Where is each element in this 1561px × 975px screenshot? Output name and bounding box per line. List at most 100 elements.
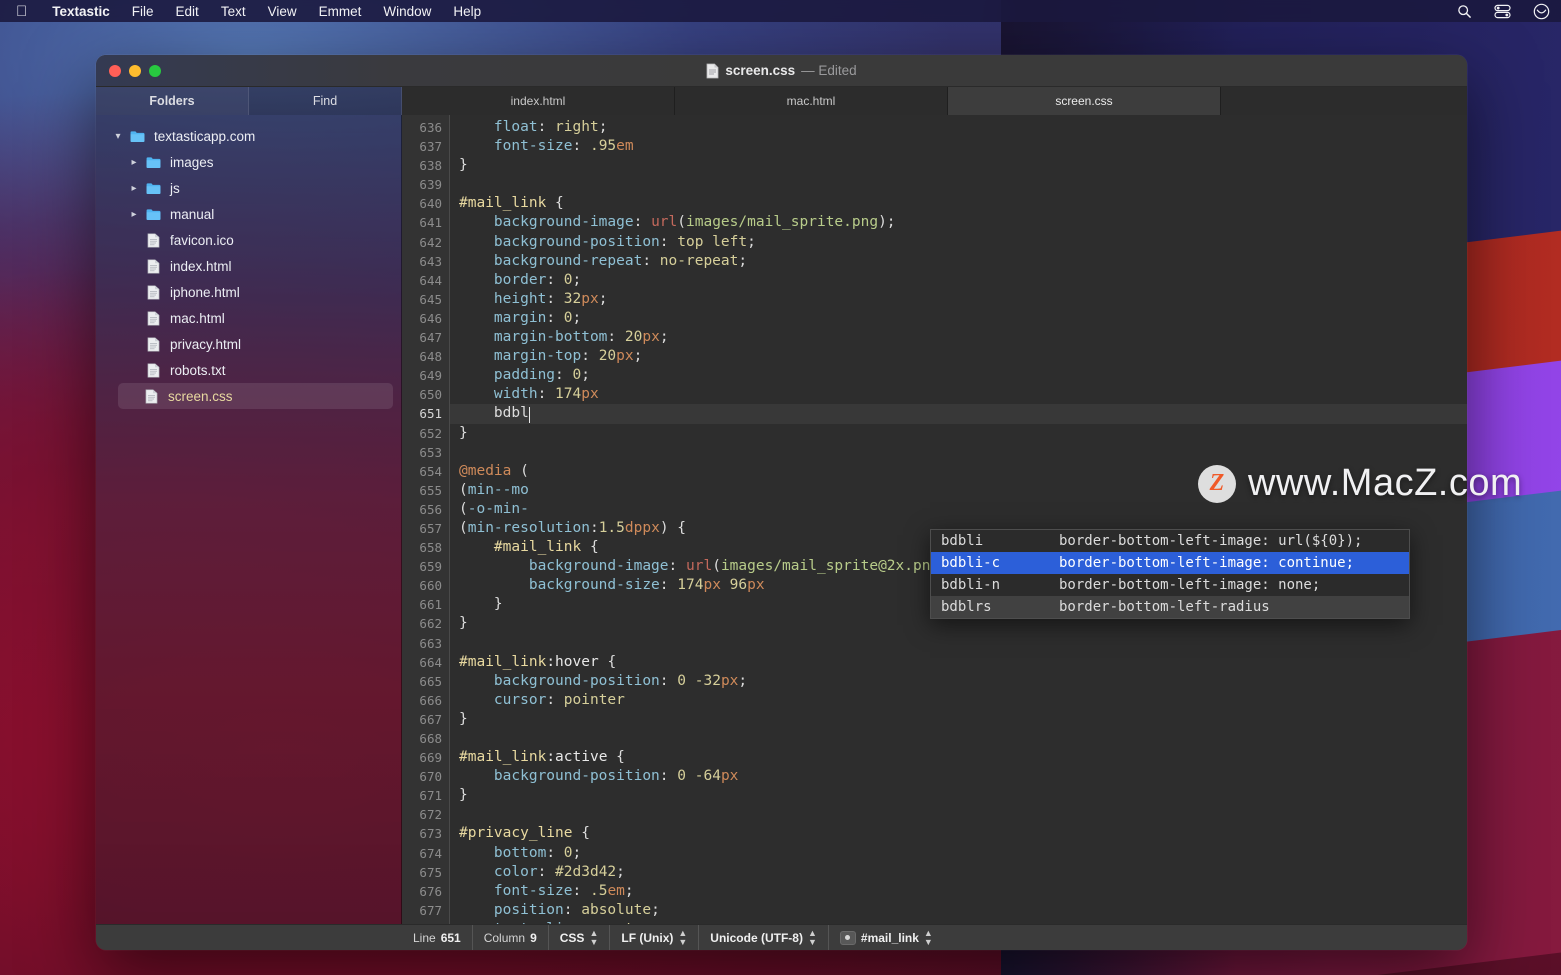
status-encoding-value: Unicode (UTF-8)	[710, 931, 803, 945]
code-line[interactable]: 645 height: 32px;	[402, 290, 1467, 309]
code-line[interactable]: 639	[402, 175, 1467, 194]
code-line[interactable]: 670 background-position: 0 -64px	[402, 767, 1467, 786]
code-line[interactable]: 651 bdbl	[402, 404, 1467, 423]
code-line[interactable]: 673#privacy_line {	[402, 824, 1467, 843]
tree-folder-js[interactable]: ▸js	[96, 175, 401, 201]
window-title-filename: screen.css	[725, 63, 795, 78]
tree-folder-images[interactable]: ▸images	[96, 149, 401, 175]
autocomplete-item[interactable]: bdblrsborder-bottom-left-radius	[931, 596, 1409, 618]
menu-item-file[interactable]: File	[121, 4, 165, 19]
autocomplete-item-key: bdbli	[931, 533, 1059, 549]
file-icon	[140, 389, 162, 404]
tree-folder-manual[interactable]: ▸ manual	[96, 201, 401, 227]
chevron-right-icon[interactable]: ▸	[126, 183, 142, 194]
menu-item-text[interactable]: Text	[210, 4, 257, 19]
menu-item-textastic[interactable]: Textastic	[41, 4, 121, 19]
code-line[interactable]: 644 border: 0;	[402, 271, 1467, 290]
code-line[interactable]: 676 font-size: .5em;	[402, 882, 1467, 901]
menu-item-help[interactable]: Help	[442, 4, 492, 19]
menu-item-view[interactable]: View	[257, 4, 308, 19]
autocomplete-item[interactable]: bdbli-cborder-bottom-left-image: continu…	[931, 552, 1409, 574]
tree-folder-textasticapp-com[interactable]: ▾textasticapp.com	[96, 123, 401, 149]
code-line[interactable]: 674 bottom: 0;	[402, 844, 1467, 863]
tree-file-favicon-ico[interactable]: ▸favicon.ico	[96, 227, 401, 253]
code-line[interactable]: 640#mail_link {	[402, 194, 1467, 213]
code-line[interactable]: 665 background-position: 0 -32px;	[402, 672, 1467, 691]
code-line[interactable]: 641 background-image: url(images/mail_sp…	[402, 213, 1467, 232]
code-line-text: }	[450, 424, 1467, 443]
code-line[interactable]: 653	[402, 443, 1467, 462]
chevron-down-icon[interactable]: ▾	[110, 131, 126, 142]
status-encoding-selector[interactable]: Unicode (UTF-8) ▲▼	[699, 925, 829, 951]
code-line[interactable]: 664#mail_link:hover {	[402, 653, 1467, 672]
code-line-text: }	[450, 710, 1467, 729]
tree-file-iphone-html[interactable]: ▸iphone.html	[96, 279, 401, 305]
minimize-button[interactable]	[129, 65, 141, 77]
code-line[interactable]: 652}	[402, 424, 1467, 443]
menu-item-emmet[interactable]: Emmet	[308, 4, 373, 19]
apple-logo-icon[interactable]: 	[0, 4, 41, 19]
code-line[interactable]: 663	[402, 634, 1467, 653]
code-line[interactable]: 667}	[402, 710, 1467, 729]
code-line-text: #mail_link {	[450, 194, 1467, 213]
tree-item-label: manual	[164, 207, 214, 222]
status-symbol-selector[interactable]: #mail_link ▲▼	[829, 925, 944, 951]
file-tab-mac-html[interactable]: mac.html	[675, 87, 948, 115]
close-button[interactable]	[109, 65, 121, 77]
code-line-text	[450, 634, 1467, 653]
code-line[interactable]: 650 width: 174px	[402, 385, 1467, 404]
code-line[interactable]: 666 cursor: pointer	[402, 691, 1467, 710]
file-tab-screen-css[interactable]: screen.css	[948, 87, 1221, 115]
siri-icon[interactable]	[1522, 3, 1561, 20]
menu-item-window[interactable]: Window	[372, 4, 442, 19]
status-line-endings-selector[interactable]: LF (Unix) ▲▼	[610, 925, 699, 951]
chevron-right-icon[interactable]: ▸	[126, 209, 142, 220]
line-number: 657	[402, 519, 450, 538]
code-text-area[interactable]: 636 float: right;637 font-size: .95em638…	[402, 115, 1467, 924]
tree-file-privacy-html[interactable]: ▸privacy.html	[96, 331, 401, 357]
code-line[interactable]: 656(-o-min-	[402, 500, 1467, 519]
tab-folders[interactable]: Folders	[96, 87, 249, 115]
code-editor[interactable]: 636 float: right;637 font-size: .95em638…	[402, 115, 1467, 924]
file-tab-index-html[interactable]: index.html	[402, 87, 675, 115]
code-line[interactable]: 647 margin-bottom: 20px;	[402, 328, 1467, 347]
text-cursor	[529, 407, 531, 423]
code-line[interactable]: 649 padding: 0;	[402, 366, 1467, 385]
code-line[interactable]: 654@media (	[402, 462, 1467, 481]
code-line[interactable]: 643 background-repeat: no-repeat;	[402, 252, 1467, 271]
code-line[interactable]: 677 position: absolute;	[402, 901, 1467, 920]
status-language-selector[interactable]: CSS ▲▼	[549, 925, 611, 951]
line-number: 640	[402, 194, 450, 213]
autocomplete-popup[interactable]: bdbliborder-bottom-left-image: url(${0})…	[930, 529, 1410, 619]
tab-find[interactable]: Find	[249, 87, 402, 115]
code-line[interactable]: 646 margin: 0;	[402, 309, 1467, 328]
code-line-text: padding: 0;	[450, 366, 1467, 385]
code-line[interactable]: 671}	[402, 786, 1467, 805]
autocomplete-item[interactable]: bdbli-nborder-bottom-left-image: none;	[931, 574, 1409, 596]
code-line[interactable]: 675 color: #2d3d42;	[402, 863, 1467, 882]
code-line[interactable]: 637 font-size: .95em	[402, 137, 1467, 156]
code-line[interactable]: 638}	[402, 156, 1467, 175]
line-number: 663	[402, 634, 450, 653]
line-number: 671	[402, 786, 450, 805]
tree-file-mac-html[interactable]: ▸mac.html	[96, 305, 401, 331]
control-center-icon[interactable]	[1483, 4, 1522, 19]
autocomplete-item[interactable]: bdbliborder-bottom-left-image: url(${0})…	[931, 530, 1409, 552]
chevron-right-icon[interactable]: ▸	[126, 157, 142, 168]
code-line[interactable]: 678 text-align: center;	[402, 920, 1467, 924]
code-line[interactable]: 668	[402, 729, 1467, 748]
code-line[interactable]: 636 float: right;	[402, 118, 1467, 137]
code-line[interactable]: 655(min--mo	[402, 481, 1467, 500]
menu-item-edit[interactable]: Edit	[165, 4, 210, 19]
tree-file-screen-css[interactable]: ▸screen.css	[118, 383, 393, 409]
tree-file-robots-txt[interactable]: ▸robots.txt	[96, 357, 401, 383]
code-line[interactable]: 672	[402, 805, 1467, 824]
search-icon[interactable]	[1446, 4, 1483, 19]
code-line[interactable]: 648 margin-top: 20px;	[402, 347, 1467, 366]
code-line[interactable]: 669#mail_link:active {	[402, 748, 1467, 767]
maximize-button[interactable]	[149, 65, 161, 77]
code-line-text: margin-bottom: 20px;	[450, 328, 1467, 347]
tree-file-index-html[interactable]: ▸index.html	[96, 253, 401, 279]
code-line[interactable]: 642 background-position: top left;	[402, 233, 1467, 252]
document-icon	[706, 63, 719, 79]
